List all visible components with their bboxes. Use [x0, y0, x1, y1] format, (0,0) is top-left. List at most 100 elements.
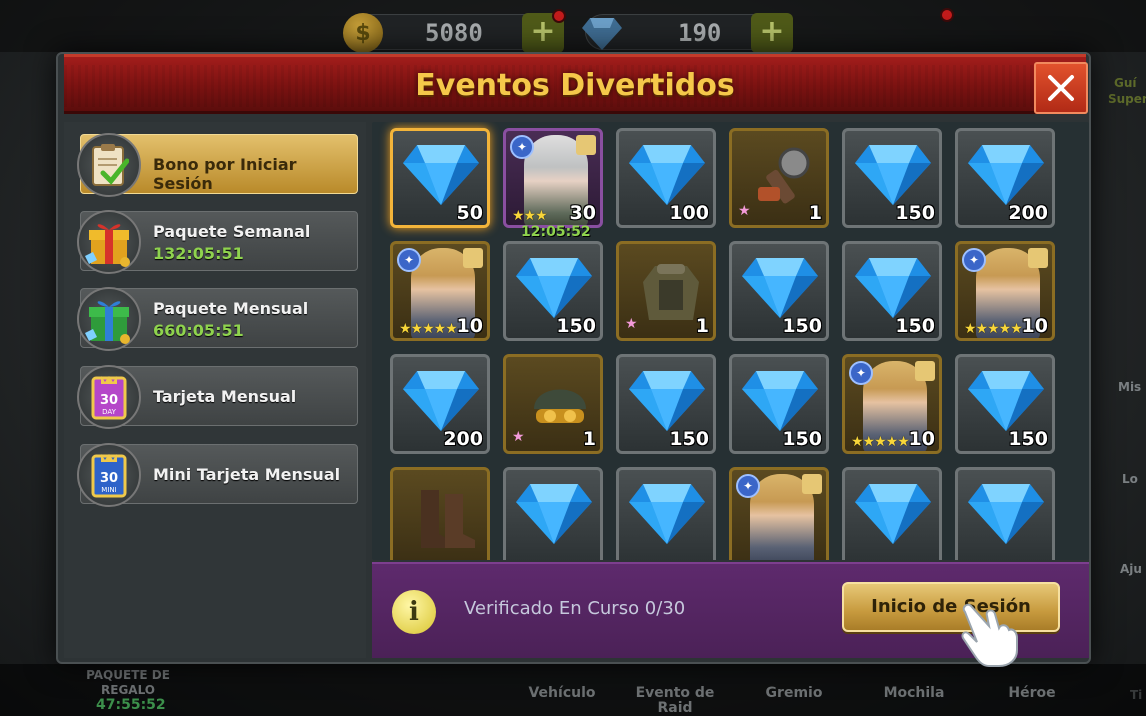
reward-cell[interactable]: 150: [842, 241, 942, 341]
gem-icon: [516, 480, 592, 548]
reward-quantity: 200: [443, 428, 483, 450]
reward-cell[interactable]: 150: [503, 241, 603, 341]
menu-item-weekly-package[interactable]: Paquete Semanal 132:05:51: [77, 210, 358, 274]
reward-cell[interactable]: 150: [842, 128, 942, 228]
rarity-stars: ★: [512, 429, 525, 445]
reward-cell[interactable]: ✦ ★★★★★ 10: [842, 354, 942, 454]
menu-item-label: Paquete Semanal: [153, 222, 311, 241]
helmet-icon: [528, 373, 586, 437]
gift-package-timer: 47:55:52: [96, 697, 166, 713]
coins-display: $ 5080 +: [343, 9, 566, 53]
nav-vehicle[interactable]: Vehículo: [520, 686, 604, 701]
reward-cell[interactable]: [955, 467, 1055, 560]
menu-item-login-bonus[interactable]: Bono por Iniciar Sesión: [77, 133, 358, 197]
reward-quantity: 150: [556, 315, 596, 337]
puzzle-piece-icon: [576, 135, 596, 155]
reward-cell[interactable]: ✦ ★★★★★ 10: [390, 241, 490, 341]
gem-icon: [968, 367, 1044, 435]
reward-cell[interactable]: ★ 1: [616, 241, 716, 341]
reward-cell[interactable]: [842, 467, 942, 560]
gem-icon: [629, 367, 705, 435]
gem-icon: [629, 141, 705, 209]
menu-item-timer: 660:05:51: [153, 321, 244, 340]
reward-cell[interactable]: [390, 467, 490, 560]
reward-cell[interactable]: ★ 1: [503, 354, 603, 454]
reward-timer: 12:05:52: [521, 224, 591, 240]
menu-item-mini-monthly-card[interactable]: 30 MINI Mini Tarjeta Mensual: [77, 443, 358, 507]
right-sidebar: Guí Super Mis Lo Aju Ti: [1086, 40, 1146, 702]
reward-quantity: 1: [582, 428, 596, 450]
reward-cell[interactable]: 150: [729, 354, 829, 454]
side-label: Guí: [1114, 76, 1137, 90]
reward-cell[interactable]: [616, 467, 716, 560]
svg-text:30: 30: [100, 471, 118, 486]
gem-icon: [582, 13, 622, 53]
reward-quantity: 10: [1021, 315, 1048, 337]
menu-item-monthly-package[interactable]: Paquete Mensual 660:05:51: [77, 287, 358, 351]
reward-quantity: 150: [895, 202, 935, 224]
nav-hero[interactable]: Héroe: [996, 686, 1068, 701]
reward-quantity: 10: [456, 315, 483, 337]
gem-icon: [403, 141, 479, 209]
notification-dot-icon: [552, 9, 566, 23]
reward-cell[interactable]: [503, 467, 603, 560]
reward-cell[interactable]: 150: [729, 241, 829, 341]
gem-icon: [742, 254, 818, 322]
nav-backpack[interactable]: Mochila: [874, 686, 954, 701]
notification-dot-icon: [940, 8, 954, 22]
reward-cell[interactable]: 200: [955, 128, 1055, 228]
gem-icon: [629, 480, 705, 548]
side-label: Lo: [1122, 472, 1138, 486]
reward-cell[interactable]: ★ 1: [729, 128, 829, 228]
nav-raid-event[interactable]: Evento de Raid: [632, 686, 718, 716]
gem-icon: [855, 254, 931, 322]
login-claim-button[interactable]: Inicio de Sesión: [842, 582, 1060, 632]
rarity-stars: ★: [625, 316, 638, 332]
reward-cell[interactable]: 150: [616, 354, 716, 454]
mini-monthly-card-icon: 30 MINI: [77, 443, 141, 507]
reward-cell[interactable]: ✦ ★★★ 30: [503, 128, 603, 228]
title-bar: Eventos Divertidos: [64, 54, 1088, 114]
gift-package-label[interactable]: PAQUETE DE REGALO: [80, 668, 176, 698]
gem-icon: [968, 480, 1044, 548]
top-bar: $ 5080 + 190 +: [0, 0, 1146, 53]
progress-text: Verificado En Curso 0/30: [464, 598, 686, 619]
gift-box-icon: [77, 210, 141, 274]
gem-icon: [742, 367, 818, 435]
reward-cell[interactable]: 200: [390, 354, 490, 454]
reward-grid: 50 ✦ ★★★ 30 12:05:52 100 ★ 1 150 200 ✦ ★★★★★ 10 150 ★ 1…: [372, 122, 1089, 560]
puzzle-piece-icon: [915, 361, 935, 381]
shield-badge-icon: ✦: [510, 135, 534, 159]
puzzle-piece-icon: [1028, 248, 1048, 268]
menu-item-label: Tarjeta Mensual: [153, 387, 297, 406]
jacket-icon: [641, 260, 699, 324]
svg-text:DAY: DAY: [102, 408, 117, 416]
side-label: Mis: [1118, 380, 1142, 394]
reward-quantity: 10: [908, 428, 935, 450]
add-gems-button[interactable]: +: [751, 13, 793, 53]
menu-item-label: Mini Tarjeta Mensual: [153, 465, 341, 484]
close-button[interactable]: [1034, 62, 1088, 114]
puzzle-piece-icon: [463, 248, 483, 268]
coin-icon: $: [343, 13, 383, 53]
side-label: Super: [1108, 92, 1146, 106]
rarity-stars: ★★★★★: [851, 434, 910, 450]
events-dialog: Eventos Divertidos Bono por Iniciar Sesi…: [56, 52, 1091, 664]
reward-cell[interactable]: 50: [390, 128, 490, 228]
nav-guild[interactable]: Gremio: [756, 686, 832, 701]
reward-cell[interactable]: ✦ ★★★★★ 10: [955, 241, 1055, 341]
reward-cell[interactable]: ✦: [729, 467, 829, 560]
menu-item-timer: 132:05:51: [153, 244, 244, 263]
rarity-stars: ★★★★★: [964, 321, 1023, 337]
coins-value: 5080: [425, 19, 483, 47]
shield-badge-icon: ✦: [962, 248, 986, 272]
gems-value: 190: [678, 19, 722, 47]
reward-cell[interactable]: 100: [616, 128, 716, 228]
pointer-hand-icon: [961, 603, 1018, 667]
menu-item-monthly-card[interactable]: 30 DAY Tarjeta Mensual: [77, 365, 358, 429]
gem-icon: [855, 141, 931, 209]
reward-quantity: 150: [782, 315, 822, 337]
gift-box-green-icon: [77, 287, 141, 351]
reward-cell[interactable]: 150: [955, 354, 1055, 454]
shield-badge-icon: ✦: [397, 248, 421, 272]
